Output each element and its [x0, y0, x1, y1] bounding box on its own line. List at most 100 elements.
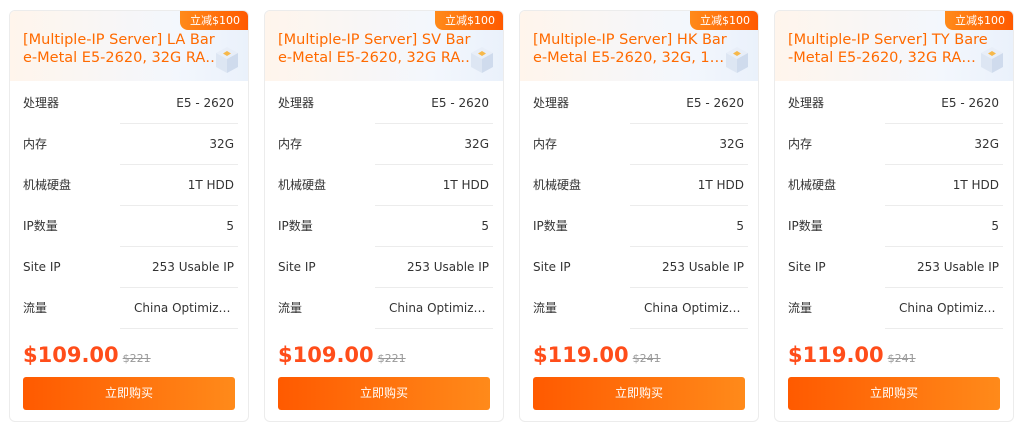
spec-value: China Optimize... — [389, 301, 489, 315]
spec-row-memory: 内存 32G — [775, 124, 1013, 165]
spec-row-traffic: 流量 China Optimize... — [775, 288, 1013, 329]
spec-list: 处理器 E5 - 2620 内存 32G 机械硬盘 1T HDD IP数量 5 Site… — [775, 83, 1013, 329]
spec-row-site-ip: Site IP 253 Usable IP — [265, 247, 503, 288]
spec-label: 处理器 — [23, 96, 60, 110]
spec-row-cpu: 处理器 E5 - 2620 — [775, 83, 1013, 124]
spec-row-disk: 机械硬盘 1T HDD — [775, 165, 1013, 206]
spec-label: 流量 — [278, 301, 303, 315]
product-title[interactable]: [Multiple-IP Server] TY Bare-Metal E5-26… — [788, 31, 988, 67]
spec-row-site-ip: Site IP 253 Usable IP — [775, 247, 1013, 288]
divider — [885, 328, 1003, 329]
price-block: $109.00 $221 — [23, 340, 151, 370]
divider — [375, 328, 493, 329]
spec-label: 内存 — [533, 137, 558, 151]
spec-value: 32G — [464, 137, 489, 151]
divider — [630, 328, 748, 329]
spec-row-traffic: 流量 China Optimize... — [10, 288, 248, 329]
product-title[interactable]: [Multiple-IP Server] SV Bare-Metal E5-26… — [278, 31, 478, 67]
discount-badge: 立减$100 — [180, 11, 248, 30]
current-price: $119.00 — [788, 343, 884, 367]
spec-value: China Optimize... — [644, 301, 744, 315]
spec-label: 处理器 — [533, 96, 570, 110]
product-card: [Multiple-IP Server] LA Bare-Metal E5-26… — [9, 10, 249, 422]
spec-row-ip-count: IP数量 5 — [10, 206, 248, 247]
spec-row-ip-count: IP数量 5 — [265, 206, 503, 247]
product-card-grid: [Multiple-IP Server] LA Bare-Metal E5-26… — [0, 0, 1024, 431]
spec-value: China Optimize... — [899, 301, 999, 315]
spec-value: China Optimize... — [134, 301, 234, 315]
spec-row-ip-count: IP数量 5 — [775, 206, 1013, 247]
spec-row-disk: 机械硬盘 1T HDD — [265, 165, 503, 206]
current-price: $109.00 — [23, 343, 119, 367]
spec-label: IP数量 — [533, 219, 568, 233]
spec-value: E5 - 2620 — [686, 96, 744, 110]
spec-row-cpu: 处理器 E5 - 2620 — [10, 83, 248, 124]
server-deco-icon — [216, 47, 238, 73]
spec-value: E5 - 2620 — [176, 96, 234, 110]
price-block: $109.00 $221 — [278, 340, 406, 370]
spec-label: Site IP — [23, 260, 61, 274]
buy-now-button[interactable]: 立即购买 — [23, 377, 235, 410]
spec-label: 流量 — [788, 301, 813, 315]
spec-value: 1T HDD — [697, 178, 744, 192]
spec-value: 5 — [991, 219, 999, 233]
discount-badge: 立减$100 — [690, 11, 758, 30]
spec-value: 253 Usable IP — [151, 260, 234, 274]
spec-label: Site IP — [533, 260, 571, 274]
price-block: $119.00 $241 — [533, 340, 661, 370]
spec-row-traffic: 流量 China Optimize... — [265, 288, 503, 329]
spec-label: 机械硬盘 — [23, 178, 72, 192]
spec-row-disk: 机械硬盘 1T HDD — [10, 165, 248, 206]
spec-row-cpu: 处理器 E5 - 2620 — [520, 83, 758, 124]
server-deco-icon — [471, 47, 493, 73]
current-price: $119.00 — [533, 343, 629, 367]
spec-label: IP数量 — [278, 219, 313, 233]
buy-now-button[interactable]: 立即购买 — [278, 377, 490, 410]
product-title[interactable]: [Multiple-IP Server] LA Bare-Metal E5-26… — [23, 31, 223, 67]
spec-row-memory: 内存 32G — [10, 124, 248, 165]
spec-value: 5 — [736, 219, 744, 233]
spec-value: 32G — [719, 137, 744, 151]
original-price: $221 — [122, 352, 151, 365]
spec-value: 32G — [974, 137, 999, 151]
spec-value: 253 Usable IP — [661, 260, 744, 274]
product-card: [Multiple-IP Server] HK Bare-Metal E5-26… — [519, 10, 759, 422]
product-title[interactable]: [Multiple-IP Server] HK Bare-Metal E5-26… — [533, 31, 733, 67]
spec-label: 内存 — [788, 137, 813, 151]
price-block: $119.00 $241 — [788, 340, 916, 370]
spec-list: 处理器 E5 - 2620 内存 32G 机械硬盘 1T HDD IP数量 5 Site… — [10, 83, 248, 329]
spec-row-site-ip: Site IP 253 Usable IP — [520, 247, 758, 288]
spec-label: 处理器 — [278, 96, 315, 110]
buy-now-button[interactable]: 立即购买 — [788, 377, 1000, 410]
spec-value: 5 — [226, 219, 234, 233]
spec-row-cpu: 处理器 E5 - 2620 — [265, 83, 503, 124]
spec-value: 32G — [209, 137, 234, 151]
spec-list: 处理器 E5 - 2620 内存 32G 机械硬盘 1T HDD IP数量 5 Site… — [265, 83, 503, 329]
spec-label: 流量 — [23, 301, 48, 315]
spec-label: IP数量 — [23, 219, 58, 233]
spec-row-site-ip: Site IP 253 Usable IP — [10, 247, 248, 288]
spec-value: E5 - 2620 — [431, 96, 489, 110]
buy-now-button[interactable]: 立即购买 — [533, 377, 745, 410]
spec-label: 内存 — [23, 137, 48, 151]
card-header: [Multiple-IP Server] TY Bare-Metal E5-26… — [775, 11, 1013, 81]
spec-value: 1T HDD — [442, 178, 489, 192]
product-card: [Multiple-IP Server] SV Bare-Metal E5-26… — [264, 10, 504, 422]
spec-label: 机械硬盘 — [533, 178, 582, 192]
spec-value: 253 Usable IP — [916, 260, 999, 274]
spec-label: 处理器 — [788, 96, 825, 110]
spec-row-traffic: 流量 China Optimize... — [520, 288, 758, 329]
divider — [120, 328, 238, 329]
spec-row-memory: 内存 32G — [265, 124, 503, 165]
original-price: $221 — [377, 352, 406, 365]
spec-label: 内存 — [278, 137, 303, 151]
spec-value: 1T HDD — [187, 178, 234, 192]
spec-label: Site IP — [278, 260, 316, 274]
spec-label: Site IP — [788, 260, 826, 274]
spec-list: 处理器 E5 - 2620 内存 32G 机械硬盘 1T HDD IP数量 5 Site… — [520, 83, 758, 329]
discount-badge: 立减$100 — [435, 11, 503, 30]
original-price: $241 — [632, 352, 661, 365]
current-price: $109.00 — [278, 343, 374, 367]
spec-row-ip-count: IP数量 5 — [520, 206, 758, 247]
server-deco-icon — [981, 47, 1003, 73]
